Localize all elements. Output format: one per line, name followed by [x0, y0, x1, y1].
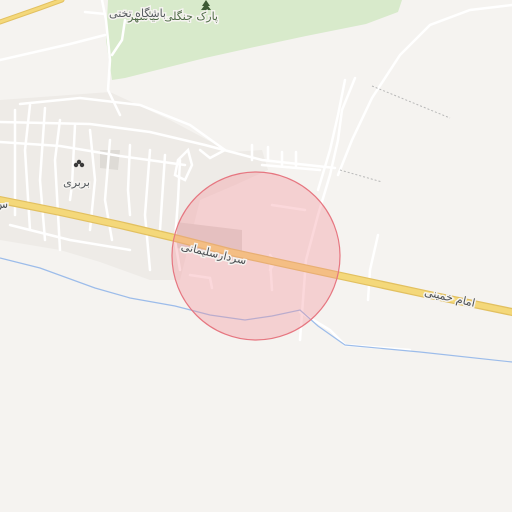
village-label: بربری	[63, 176, 90, 189]
road-label-edge: س	[0, 198, 8, 211]
club-label: باشگاه تختی	[109, 7, 166, 20]
map-canvas[interactable]: پارک جنگلی کیاشهر باشگاه تختی بربری س سر…	[0, 0, 512, 512]
map-svg: پارک جنگلی کیاشهر باشگاه تختی بربری س سر…	[0, 0, 512, 512]
